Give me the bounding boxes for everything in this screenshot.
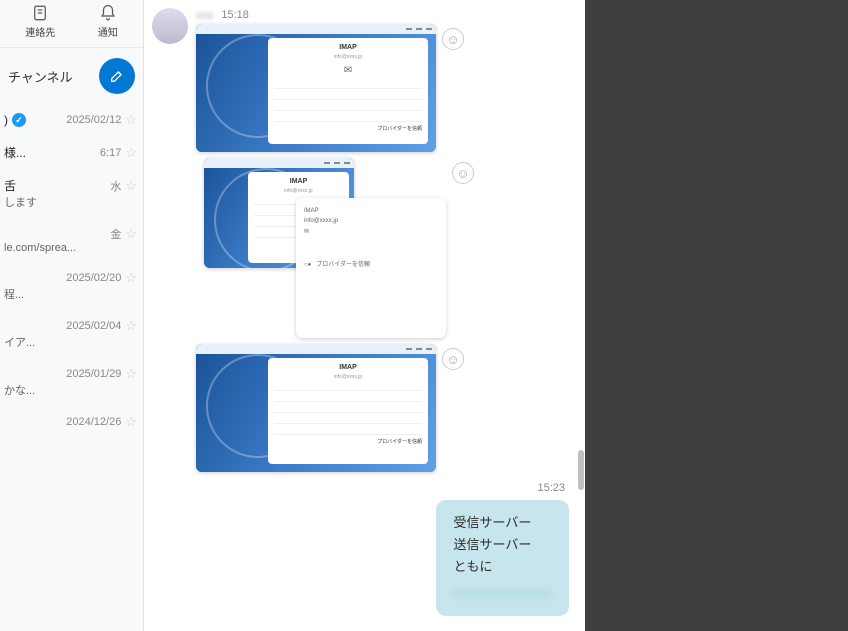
attached-image[interactable]: IMAP info@xxxx.jp プロバイダーを信頼 [196,344,436,472]
sidebar-top-nav: 連絡先 通知 [0,0,143,48]
sent-line: 送信サーバー [454,534,552,556]
conversation-item[interactable]: ) 2025/02/12 ☆ [0,104,143,136]
conversation-item[interactable]: 2025/02/20 ☆程... [0,262,143,310]
dialog-title: IMAP [304,208,438,214]
image-attachment[interactable]: IMAP info@xxxx.jp プロバイダーを信頼 ☺ [196,344,464,472]
scrollbar-thumb[interactable] [578,450,584,490]
star-icon[interactable]: ☆ [125,112,137,128]
conversation-item[interactable]: 舌 水☆します [0,169,143,218]
sent-line: ともに [454,556,552,578]
message-received[interactable]: IMAP info@xxxx.jp IMAP info@xxxx.jp ✉ ○●… [152,158,577,338]
chat-area: ww 15:18 IMAP info@xxxx.jp ✉ プロバイダーを信頼 [144,0,585,631]
conv-name: 舌 [4,177,16,194]
nav-label: 連絡先 [25,24,55,39]
react-button[interactable]: ☺ [442,28,464,50]
avatar[interactable] [152,8,188,44]
conversation-item[interactable]: 金☆le.com/sprea... [0,218,143,262]
image-attachment[interactable]: IMAP info@xxxx.jp IMAP info@xxxx.jp ✉ ○●… [196,158,474,338]
conv-meta: 6:17 [100,147,121,159]
conv-subtitle: します [4,194,137,210]
sent-bubble[interactable]: 受信サーバー 送信サーバー ともに xxxxxxxxxxxxxxx [436,500,570,616]
sent-timestamp: 15:23 [152,476,577,496]
conv-meta: 金 [110,226,121,242]
message-time: 15:18 [221,9,249,21]
verified-badge-icon [12,113,26,127]
conversation-item[interactable]: 2024/12/26 ☆ [0,406,143,438]
dialog-subtitle: info@xxxx.jp [254,188,343,194]
contacts-icon [31,4,49,22]
conv-name: ) [4,113,8,127]
nav-label: 通知 [98,24,118,39]
attached-image[interactable]: IMAP info@xxxx.jp ✉ ○● プロバイダーを信頼 [296,198,446,338]
conv-meta: 2024/12/26 [66,416,121,428]
conv-subtitle: le.com/sprea... [4,242,137,254]
nav-notify[interactable]: 通知 [98,4,118,39]
dialog-subtitle: info@xxxx.jp [274,374,422,380]
conv-meta: 2025/01/29 [66,368,121,380]
message-sent[interactable]: 受信サーバー 送信サーバー ともに xxxxxxxxxxxxxxx [152,500,577,616]
conv-meta: 水 [110,178,121,194]
sent-line-blurred: xxxxxxxxxxxxxxx [454,582,552,604]
channel-label: チャンネル [8,67,73,86]
channel-row: チャンネル [0,48,143,104]
right-panel [585,0,848,631]
compose-button[interactable] [99,58,135,94]
conv-subtitle: 程... [4,286,137,302]
compose-icon [109,68,125,84]
star-icon[interactable]: ☆ [125,318,137,334]
star-icon[interactable]: ☆ [125,226,137,242]
sender-name: ww [196,8,213,22]
conv-meta: 2025/02/04 [66,320,121,332]
star-icon[interactable]: ☆ [125,414,137,430]
react-button[interactable]: ☺ [452,162,474,184]
dialog-subtitle: info@xxxx.jp [274,54,422,60]
conversation-item[interactable]: 2025/02/04 ☆イア... [0,310,143,358]
conv-meta: 2025/02/20 [66,272,121,284]
dialog-subtitle: info@xxxx.jp [304,218,438,224]
dialog-title: IMAP [274,44,422,51]
star-icon[interactable]: ☆ [125,270,137,286]
conv-subtitle: かな... [4,382,137,398]
dialog-title: IMAP [274,364,422,371]
dialog-title: IMAP [254,178,343,185]
sidebar: 連絡先 通知 チャンネル )2025/02/12☆様...6:17☆舌水☆します… [0,0,144,631]
message-received[interactable]: ww 15:18 IMAP info@xxxx.jp ✉ プロバイダーを信頼 [152,8,577,152]
conversation-list: )2025/02/12☆様...6:17☆舌水☆します金☆le.com/spre… [0,104,143,631]
conv-subtitle: イア... [4,334,137,350]
chat-body: ww 15:18 IMAP info@xxxx.jp ✉ プロバイダーを信頼 [144,0,585,631]
react-button[interactable]: ☺ [442,348,464,370]
attached-image-group[interactable]: IMAP info@xxxx.jp IMAP info@xxxx.jp ✉ ○●… [196,158,446,338]
chat-scrollbar[interactable] [577,0,585,631]
bell-icon [99,4,117,22]
mail-icon: ✉ [304,228,438,235]
sent-line: 受信サーバー [454,512,552,534]
mail-icon: ✉ [274,65,422,76]
nav-contacts[interactable]: 連絡先 [25,4,55,39]
message-header: ww 15:18 [196,8,464,22]
conversation-item[interactable]: 様... 6:17 ☆ [0,136,143,169]
image-attachment[interactable]: IMAP info@xxxx.jp ✉ プロバイダーを信頼 ☺ [196,24,464,152]
star-icon[interactable]: ☆ [125,366,137,382]
conversation-item[interactable]: 2025/01/29 ☆かな... [0,358,143,406]
message-received[interactable]: IMAP info@xxxx.jp プロバイダーを信頼 ☺ [152,344,577,472]
conv-meta: 2025/02/12 [66,114,121,126]
attached-image[interactable]: IMAP info@xxxx.jp ✉ プロバイダーを信頼 [196,24,436,152]
star-icon[interactable]: ☆ [125,178,137,194]
star-icon[interactable]: ☆ [125,145,137,161]
conv-name: 様... [4,144,26,161]
